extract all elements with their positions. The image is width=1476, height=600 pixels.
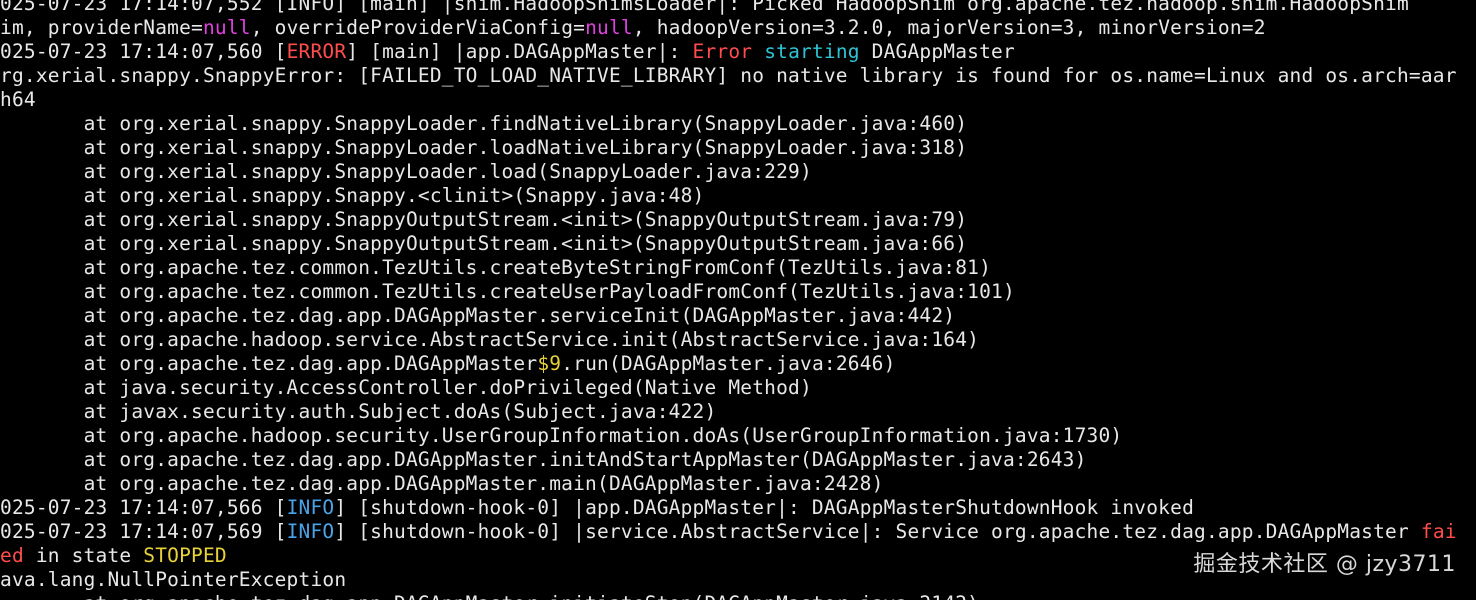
- terminal-line: 025-07-23 17:14:07,566 [INFO] [shutdown-…: [0, 496, 1457, 520]
- terminal-line: at org.xerial.snappy.SnappyLoader.loadNa…: [0, 136, 1457, 160]
- terminal-text-segment: .run(DAGAppMaster.java:2646): [561, 352, 896, 375]
- terminal-text-segment: at org.apache.tez.common.TezUtils.create…: [0, 280, 1015, 303]
- terminal-line: at org.apache.tez.dag.app.DAGAppMaster.i…: [0, 592, 1457, 600]
- terminal-text-segment: ] [shutdown-hook-0] |app.DAGAppMaster|: …: [334, 496, 1195, 519]
- terminal-line: at org.apache.tez.dag.app.DAGAppMaster$9…: [0, 352, 1457, 376]
- terminal-text-segment: at org.apache.hadoop.security.UserGroupI…: [0, 424, 1123, 447]
- terminal-text-segment: ERROR: [286, 40, 347, 63]
- terminal-text-segment: im, providerName=: [0, 16, 203, 39]
- terminal-text-segment: at org.apache.hadoop.service.AbstractSer…: [0, 328, 980, 351]
- terminal-text-segment: ed: [0, 544, 24, 567]
- terminal-text-segment: INFO: [286, 520, 335, 543]
- terminal-text-segment: rg.xerial.snappy.SnappyError: [FAILED_TO…: [0, 64, 1457, 87]
- terminal-text-segment: ] [main] |app.DAGAppMaster|:: [346, 40, 693, 63]
- terminal-line: at org.apache.tez.common.TezUtils.create…: [0, 256, 1457, 280]
- terminal-text-segment: at org.apache.tez.dag.app.DAGAppMaster.i…: [0, 448, 1087, 471]
- terminal-text-segment: Error: [692, 40, 753, 63]
- terminal-window[interactable]: 025-07-23 17:14:07,552 [INFO] [main] |sh…: [0, 0, 1476, 600]
- terminal-line: at org.apache.tez.dag.app.DAGAppMaster.i…: [0, 448, 1457, 472]
- terminal-text-segment: h64: [0, 88, 36, 111]
- terminal-line: im, providerName=null, overrideProviderV…: [0, 16, 1457, 40]
- terminal-line: at org.xerial.snappy.SnappyOutputStream.…: [0, 232, 1457, 256]
- terminal-text-segment: 025-07-23 17:14:07,552 [INFO] [main] |sh…: [0, 0, 1409, 15]
- terminal-text-segment: at org.apache.tez.common.TezUtils.create…: [0, 256, 992, 279]
- terminal-output: 025-07-23 17:14:07,552 [INFO] [main] |sh…: [0, 0, 1457, 600]
- terminal-text-segment: ] [shutdown-hook-0] |service.AbstractSer…: [334, 520, 1421, 543]
- terminal-line: at org.xerial.snappy.SnappyLoader.findNa…: [0, 112, 1457, 136]
- terminal-text-segment: at org.xerial.snappy.SnappyOutputStream.…: [0, 232, 968, 255]
- terminal-text-segment: null: [585, 16, 633, 39]
- terminal-text-segment: , hadoopVersion=3.2.0, majorVersion=3, m…: [632, 16, 1266, 39]
- terminal-text-segment: DAGAppMaster: [859, 40, 1015, 63]
- terminal-line: at org.apache.hadoop.service.AbstractSer…: [0, 328, 1457, 352]
- terminal-text-segment: 025-07-23 17:14:07,560 [: [0, 40, 287, 63]
- terminal-text-segment: INFO: [286, 496, 335, 519]
- terminal-line: at javax.security.auth.Subject.doAs(Subj…: [0, 400, 1457, 424]
- terminal-text-segment: at org.xerial.snappy.Snappy.<clinit>(Sna…: [0, 184, 705, 207]
- terminal-text-segment: ava.lang.NullPointerException: [0, 568, 347, 591]
- terminal-line: at org.xerial.snappy.SnappyLoader.load(S…: [0, 160, 1457, 184]
- terminal-text-segment: at org.apache.tez.dag.app.DAGAppMaster.m…: [0, 472, 884, 495]
- terminal-line: at org.xerial.snappy.Snappy.<clinit>(Sna…: [0, 184, 1457, 208]
- terminal-text-segment: at org.xerial.snappy.SnappyOutputStream.…: [0, 208, 968, 231]
- terminal-line: h64: [0, 88, 1457, 112]
- terminal-text-segment: at org.apache.tez.dag.app.DAGAppMaster.i…: [0, 592, 979, 600]
- terminal-text-segment: 025-07-23 17:14:07,566 [: [0, 496, 287, 519]
- terminal-line: rg.xerial.snappy.SnappyError: [FAILED_TO…: [0, 64, 1457, 88]
- watermark: 掘金技术社区 @ jzy3711: [1193, 552, 1456, 577]
- terminal-text-segment: at org.apache.tez.dag.app.DAGAppMaster.s…: [0, 304, 956, 327]
- terminal-text-segment: at org.apache.tez.dag.app.DAGAppMaster: [0, 352, 538, 375]
- terminal-text-segment: starting: [764, 40, 860, 63]
- terminal-line: at java.security.AccessController.doPriv…: [0, 376, 1457, 400]
- terminal-text-segment: at java.security.AccessController.doPriv…: [0, 376, 812, 399]
- terminal-line: at org.apache.tez.dag.app.DAGAppMaster.s…: [0, 304, 1457, 328]
- terminal-line: 025-07-23 17:14:07,552 [INFO] [main] |sh…: [0, 0, 1457, 16]
- terminal-text-segment: at org.xerial.snappy.SnappyLoader.load(S…: [0, 160, 812, 183]
- terminal-line: at org.apache.hadoop.security.UserGroupI…: [0, 424, 1457, 448]
- terminal-text-segment: in state: [23, 544, 144, 567]
- terminal-text-segment: fai: [1420, 520, 1457, 543]
- terminal-text-segment: 025-07-23 17:14:07,569 [: [0, 520, 287, 543]
- terminal-text-segment: at org.xerial.snappy.SnappyLoader.findNa…: [0, 112, 968, 135]
- terminal-text-segment: null: [202, 16, 251, 39]
- terminal-text-segment: , overrideProviderViaConfig=: [250, 16, 586, 39]
- terminal-text-segment: $9: [537, 352, 562, 375]
- terminal-line: at org.apache.tez.common.TezUtils.create…: [0, 280, 1457, 304]
- terminal-line: at org.apache.tez.dag.app.DAGAppMaster.m…: [0, 472, 1457, 496]
- terminal-line: 025-07-23 17:14:07,560 [ERROR] [main] |a…: [0, 40, 1457, 64]
- terminal-text-segment: at org.xerial.snappy.SnappyLoader.loadNa…: [0, 136, 968, 159]
- terminal-line: at org.xerial.snappy.SnappyOutputStream.…: [0, 208, 1457, 232]
- terminal-text-segment: STOPPED: [143, 544, 227, 567]
- terminal-line: 025-07-23 17:14:07,569 [INFO] [shutdown-…: [0, 520, 1457, 544]
- terminal-text-segment: at javax.security.auth.Subject.doAs(Subj…: [0, 400, 717, 423]
